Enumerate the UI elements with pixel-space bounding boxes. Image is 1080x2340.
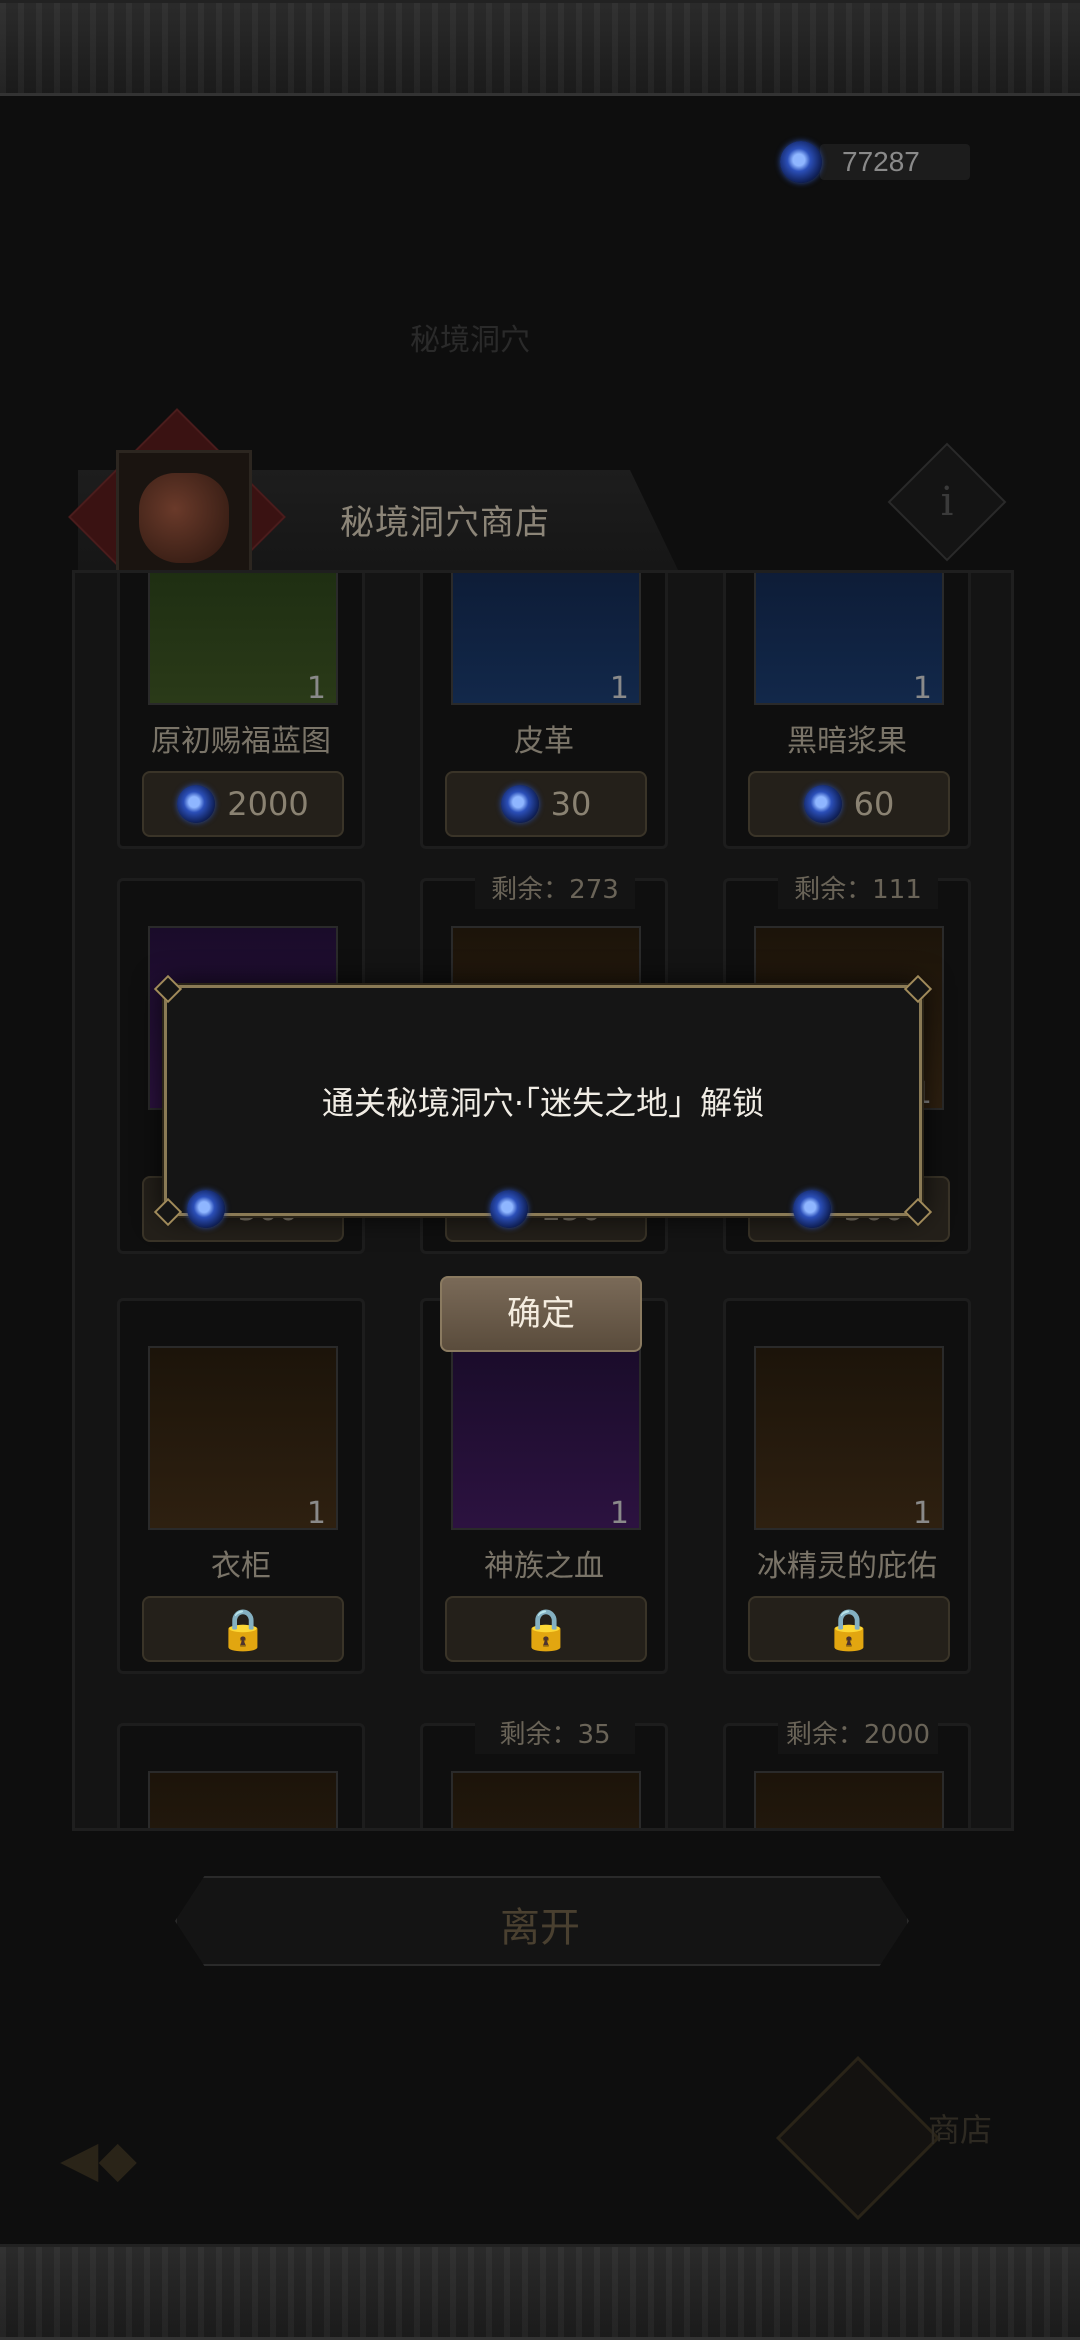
lock-icon: 🔒 bbox=[218, 1606, 268, 1653]
item-name: 冰精灵的庇佑 bbox=[757, 1549, 937, 1584]
blue-orb-icon bbox=[187, 1190, 226, 1228]
item-name: 黑暗浆果 bbox=[787, 724, 907, 759]
remaining-stock: 剩余：35 bbox=[475, 1716, 635, 1754]
remaining-stock: 剩余：2000 bbox=[778, 1716, 938, 1754]
locked-button[interactable]: 🔒 bbox=[748, 1596, 950, 1662]
blue-orb-icon bbox=[177, 785, 216, 823]
shop-item-card[interactable]: 剩余：2000 bbox=[723, 1716, 971, 1828]
item-name: 皮革 bbox=[514, 724, 574, 759]
leave-label: 离开 bbox=[500, 1905, 580, 1951]
item-name: 衣柜 bbox=[211, 1549, 271, 1584]
lock-icon: 🔒 bbox=[521, 1606, 571, 1653]
item-image bbox=[148, 1771, 338, 1828]
top-frame bbox=[0, 0, 1080, 96]
item-name: 神族之血 bbox=[484, 1549, 604, 1584]
locked-button[interactable]: 🔒 bbox=[142, 1596, 344, 1662]
item-image bbox=[754, 1771, 944, 1828]
shop-title: 秘境洞穴商店 bbox=[340, 503, 550, 543]
background-title: 秘境洞穴 bbox=[410, 323, 530, 358]
shop-item-card[interactable]: 1 原初赐福蓝图 2000 bbox=[117, 573, 365, 849]
confirm-button[interactable]: 确定 bbox=[440, 1276, 642, 1352]
shop-item-card[interactable]: 剩余：35 bbox=[420, 1716, 668, 1828]
blue-orb-icon bbox=[490, 1190, 529, 1228]
locked-button[interactable]: 🔒 bbox=[445, 1596, 647, 1662]
shop-item-card[interactable]: 1 冰精灵的庇佑 🔒 bbox=[723, 1298, 971, 1674]
lock-icon: 🔒 bbox=[824, 1606, 874, 1653]
buy-button[interactable]: 30 bbox=[445, 771, 647, 837]
blue-orb-icon bbox=[500, 785, 539, 823]
blue-orb-icon bbox=[793, 1190, 832, 1228]
shop-item-card[interactable]: 1 黑暗浆果 60 bbox=[723, 573, 971, 849]
shop-bag-icon bbox=[116, 450, 252, 586]
currency-value: 77287 bbox=[842, 146, 920, 177]
blue-orb-icon bbox=[803, 785, 842, 823]
shop-item-card[interactable]: 1 衣柜 🔒 bbox=[117, 1298, 365, 1674]
blue-orb-icon bbox=[780, 141, 822, 183]
buy-button[interactable]: 60 bbox=[748, 771, 950, 837]
shop-item-card[interactable]: 1 皮革 30 bbox=[420, 573, 668, 849]
shop-item-card[interactable] bbox=[117, 1723, 365, 1828]
remaining-stock: 剩余：111 bbox=[778, 871, 938, 909]
currency-display: 77287 bbox=[780, 132, 980, 192]
back-arrow-icon[interactable]: ◀◆ bbox=[60, 2130, 137, 2188]
unlock-dialog: 通关秘境洞穴·「迷失之地」解锁 bbox=[153, 974, 933, 1227]
item-name: 原初赐福蓝图 bbox=[151, 724, 331, 759]
remaining-stock: 剩余：273 bbox=[475, 871, 635, 909]
bottom-frame bbox=[0, 2244, 1080, 2340]
dialog-message: 通关秘境洞穴·「迷失之地」解锁 bbox=[321, 1084, 765, 1122]
info-icon: i bbox=[940, 479, 954, 525]
shop-item-card[interactable]: 1 神族之血 🔒 bbox=[420, 1298, 668, 1674]
shop-nav-label: 商店 bbox=[928, 2111, 993, 2149]
item-image bbox=[451, 1771, 641, 1828]
buy-button[interactable]: 2000 bbox=[142, 771, 344, 837]
